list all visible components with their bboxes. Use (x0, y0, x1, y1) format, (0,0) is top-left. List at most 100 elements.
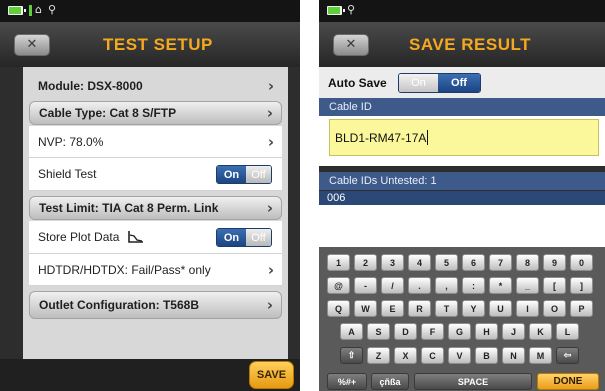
key-row3-8[interactable]: O (543, 300, 566, 317)
key-row4-0[interactable]: A (340, 323, 363, 340)
key-row1-4[interactable]: 5 (435, 254, 458, 271)
key-row1-7[interactable]: 8 (516, 254, 539, 271)
key-row5-5[interactable]: B (475, 347, 498, 364)
key-row1-3[interactable]: 4 (408, 254, 431, 271)
key-row4-2[interactable]: D (394, 323, 417, 340)
symbols-key[interactable]: %#+ (327, 373, 367, 390)
hdtdr-row[interactable]: HDTDR/HDTDX: Fail/Pass* only › (29, 254, 282, 286)
cable-id-input[interactable]: BLD1-RM47-17A (329, 119, 599, 156)
test-limit-row[interactable]: Test Limit: TIA Cat 8 Perm. Link › (29, 196, 282, 220)
key-row3-4[interactable]: T (435, 300, 458, 317)
key-row1-1[interactable]: 2 (354, 254, 377, 271)
key-row1-2[interactable]: 3 (381, 254, 404, 271)
key-row4-7[interactable]: K (529, 323, 552, 340)
list-item[interactable]: 006 (319, 191, 605, 205)
chevron-right-icon: › (267, 260, 274, 279)
key-row4-1[interactable]: S (367, 323, 390, 340)
key-row2-6[interactable]: * (489, 277, 512, 294)
key-row4-3[interactable]: F (421, 323, 444, 340)
back-button[interactable]: ✕ (333, 34, 369, 56)
key-row5-4[interactable]: V (448, 347, 471, 364)
toggle-on[interactable]: On (217, 229, 246, 246)
key-row3-5[interactable]: Y (462, 300, 485, 317)
close-icon: ✕ (26, 37, 38, 52)
cable-id-header: Cable ID (319, 98, 605, 116)
toggle-off[interactable]: Off (438, 74, 480, 92)
key-row1-5[interactable]: 6 (462, 254, 485, 271)
key-row3-7[interactable]: I (516, 300, 539, 317)
key-row3-0[interactable]: Q (327, 300, 350, 317)
key-row2-5[interactable]: : (462, 277, 485, 294)
status-bar: ⚲ (319, 0, 605, 22)
toggle-on[interactable]: On (217, 166, 246, 183)
key-row2-9[interactable]: ] (570, 277, 593, 294)
shield-test-label: Shield Test (38, 167, 97, 181)
chevron-right-icon: › (266, 296, 273, 314)
untested-list: 006 (319, 191, 605, 247)
auto-save-toggle[interactable]: On Off (398, 73, 481, 93)
key-row1-0[interactable]: 1 (327, 254, 350, 271)
key-row2-1[interactable]: - (354, 277, 377, 294)
key-row5-0[interactable]: ⇧ (340, 347, 363, 364)
title-bar: ✕ SAVE RESULT (319, 22, 605, 67)
cable-type-row[interactable]: Cable Type: Cat 8 S/FTP › (29, 101, 282, 125)
battery-icon (8, 6, 26, 15)
status-bar: ⌂ ⚲ (0, 0, 300, 22)
outlet-config-label: Outlet Configuration: T568B (39, 298, 199, 312)
key-row5-7[interactable]: M (529, 347, 552, 364)
store-plot-row: Store Plot Data On Off (29, 221, 282, 254)
key-row5-6[interactable]: N (502, 347, 525, 364)
key-row4-6[interactable]: J (502, 323, 525, 340)
key-row1-6[interactable]: 7 (489, 254, 512, 271)
location-pin-icon: ⚲ (48, 3, 57, 16)
store-plot-toggle[interactable]: On Off (216, 228, 272, 247)
key-row2-0[interactable]: @ (327, 277, 350, 294)
settings-list: Module: DSX-8000 › Cable Type: Cat 8 S/F… (23, 67, 288, 359)
back-button[interactable]: ✕ (14, 34, 50, 56)
nvp-row[interactable]: NVP: 78.0% › (29, 126, 282, 158)
key-row3-9[interactable]: P (570, 300, 593, 317)
space-key[interactable]: SPACE (414, 373, 532, 390)
key-row5-2[interactable]: X (394, 347, 417, 364)
save-button[interactable]: SAVE (249, 361, 294, 389)
key-row4-8[interactable]: L (556, 323, 579, 340)
key-row5-1[interactable]: Z (367, 347, 390, 364)
accents-key[interactable]: çñßa (371, 373, 409, 390)
module-label: Module: DSX-8000 (38, 79, 143, 93)
key-row1-9[interactable]: 0 (570, 254, 593, 271)
battery-icon (327, 6, 345, 15)
store-plot-label: Store Plot Data (38, 221, 145, 253)
key-row4-4[interactable]: G (448, 323, 471, 340)
key-row5-3[interactable]: C (421, 347, 444, 364)
text-caret (427, 130, 429, 145)
key-row2-2[interactable]: / (381, 277, 404, 294)
module-row[interactable]: Module: DSX-8000 › (29, 72, 282, 100)
test-limit-label: Test Limit: TIA Cat 8 Perm. Link (39, 201, 219, 215)
chevron-right-icon: › (267, 132, 274, 151)
nvp-label: NVP: 78.0% (38, 134, 104, 149)
store-plot-text: Store Plot Data (38, 230, 120, 244)
cable-id-value: BLD1-RM47-17A (335, 130, 427, 145)
auto-save-label: Auto Save (328, 76, 387, 90)
signal-icon (29, 5, 32, 16)
key-row4-5[interactable]: H (475, 323, 498, 340)
plot-icon (128, 231, 144, 243)
toggle-off[interactable]: Off (246, 229, 271, 246)
key-row1-8[interactable]: 9 (543, 254, 566, 271)
save-result-screen: ⚲ ✕ SAVE RESULT Auto Save On Off Cable I… (319, 0, 605, 391)
key-row3-3[interactable]: R (408, 300, 431, 317)
toggle-on[interactable]: On (399, 74, 438, 92)
key-row3-1[interactable]: W (354, 300, 377, 317)
key-row2-8[interactable]: [ (543, 277, 566, 294)
done-button[interactable]: DONE (537, 373, 599, 390)
key-row3-2[interactable]: E (381, 300, 404, 317)
key-row2-3[interactable]: . (408, 277, 431, 294)
key-row2-4[interactable]: , (435, 277, 458, 294)
shield-test-toggle[interactable]: On Off (216, 165, 272, 184)
key-row5-8[interactable]: ⇦ (556, 347, 579, 364)
key-row3-6[interactable]: U (489, 300, 512, 317)
key-row2-7[interactable]: _ (516, 277, 539, 294)
location-pin-icon: ⚲ (347, 3, 356, 16)
outlet-config-row[interactable]: Outlet Configuration: T568B › (29, 291, 282, 319)
toggle-off[interactable]: Off (246, 166, 271, 183)
